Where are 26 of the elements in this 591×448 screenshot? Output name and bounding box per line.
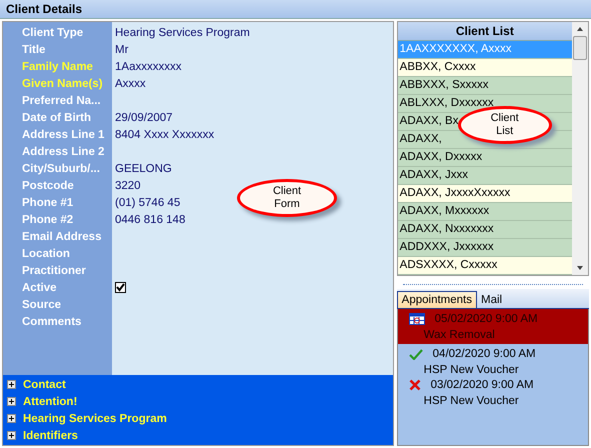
- panel-title: Client Details: [6, 2, 82, 16]
- appointment-type: Wax Removal: [422, 328, 496, 343]
- field-label: Address Line 1: [22, 128, 106, 140]
- appointment-date: 04/02/2020 9:00 AM: [432, 348, 536, 360]
- appointment-type: HSP New Voucher: [422, 394, 520, 409]
- field-label: Phone #2: [22, 214, 74, 226]
- field-label: Postcode: [22, 180, 75, 192]
- field-label: Title: [22, 44, 46, 56]
- field-label: Active: [22, 282, 58, 294]
- field-label: Location: [22, 248, 71, 260]
- callout-tooltip: Client Form: [237, 179, 337, 217]
- field-label: Given Name(s): [22, 78, 104, 90]
- field-label: City/Suburb/...: [22, 162, 101, 174]
- appointment-type: HSP New Voucher: [422, 363, 520, 378]
- field-label: Comments: [22, 316, 82, 328]
- field-label: Family Name: [22, 60, 94, 72]
- field-label: Client Type: [22, 26, 84, 38]
- field-label: Address Line 2: [22, 146, 106, 158]
- appointment-date: 03/02/2020 9:00 AM: [430, 379, 534, 391]
- appointment-date: 05/02/2020 9:00 AM: [434, 313, 538, 325]
- field-label: Source: [22, 298, 62, 310]
- field-label: Phone #1: [22, 196, 74, 208]
- field-label: Date of Birth: [22, 112, 92, 124]
- field-label: Preferred Na...: [22, 94, 102, 106]
- field-label: Practitioner: [22, 264, 87, 276]
- field-label: Email Address: [22, 230, 102, 242]
